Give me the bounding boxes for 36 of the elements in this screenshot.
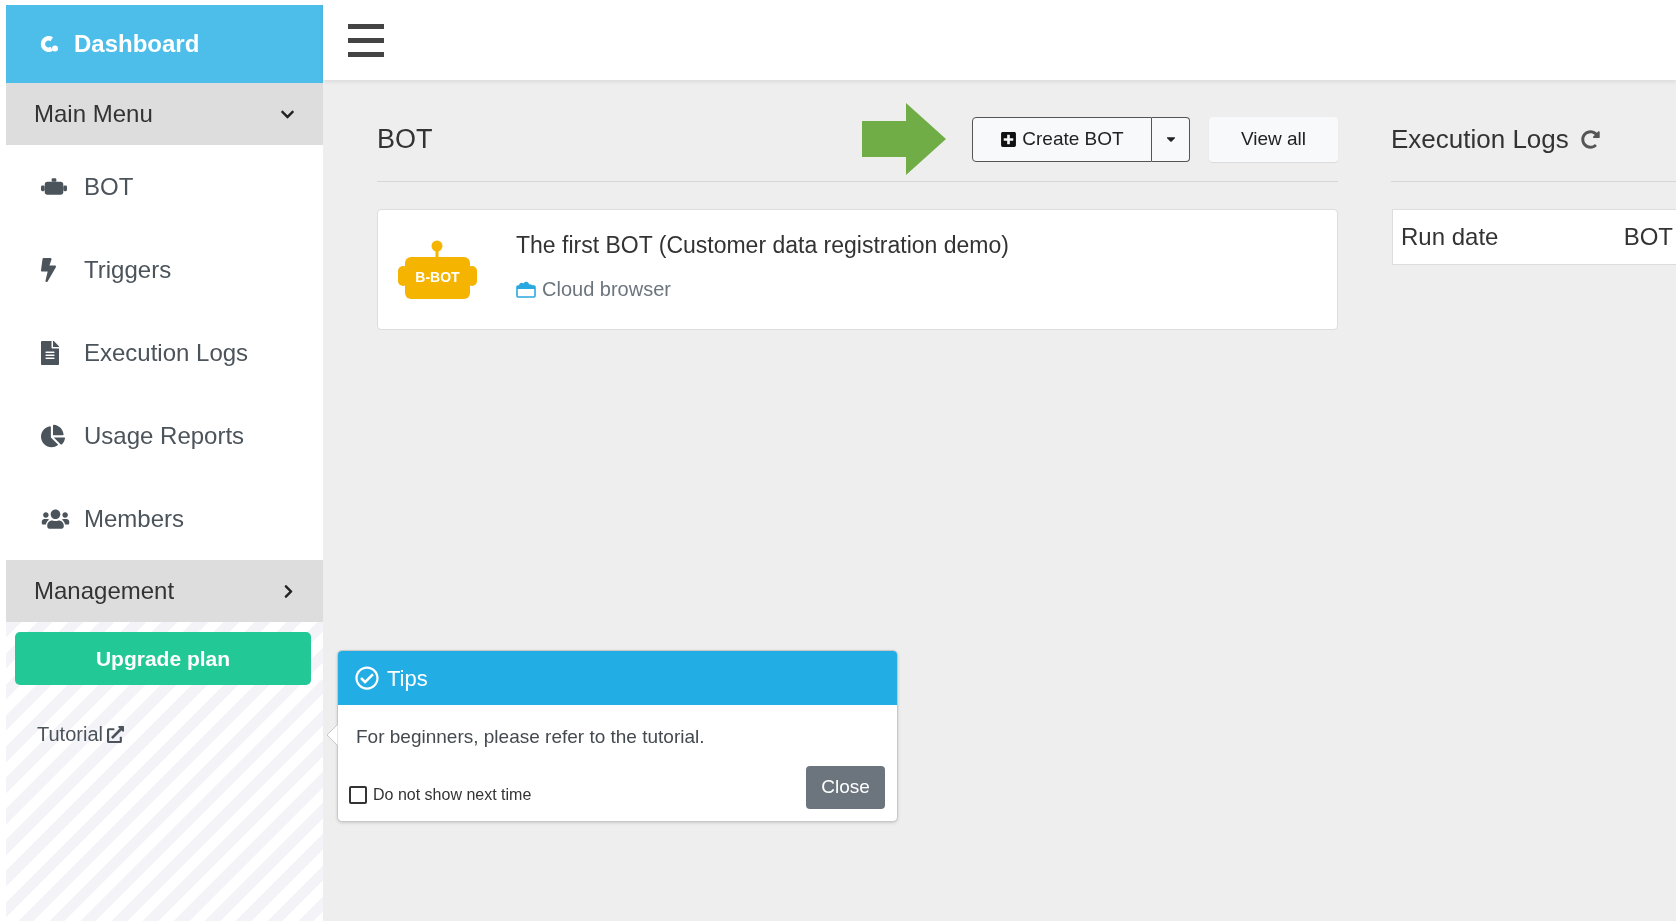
menu-section-header[interactable]: Management <box>6 560 323 622</box>
column-header: Run date <box>1401 222 1499 252</box>
pie-chart-icon <box>41 423 65 448</box>
sidebar-item[interactable]: Execution Logs <box>6 311 323 394</box>
column-header: BOT <box>1623 222 1673 252</box>
panel-title: BOT <box>377 122 433 156</box>
dropdown-toggle[interactable] <box>1152 116 1190 162</box>
browser-type: Cloud browser <box>542 277 671 302</box>
tips-title: Tips <box>387 664 428 693</box>
sidebar-item[interactable]: Triggers <box>6 228 323 311</box>
refresh-icon[interactable] <box>1580 129 1600 149</box>
chevron-right-icon <box>282 583 295 599</box>
sidebar-item[interactable]: Usage Reports <box>6 394 323 477</box>
tips-message: For beginners, please refer to the tutorial. <box>356 725 706 749</box>
lightning-bolt-icon <box>41 257 56 282</box>
menu-section-header[interactable]: Main Menu <box>6 83 323 145</box>
cloud-window-icon <box>516 280 536 298</box>
sidebar-item[interactable]: BOT <box>6 145 323 228</box>
create-bot-button[interactable]: Create BOT <box>972 116 1152 162</box>
right-arrow-icon <box>862 103 946 175</box>
external-link-icon[interactable] <box>106 725 124 743</box>
menu-icon[interactable] <box>348 23 384 57</box>
sidebar-item[interactable]: Members <box>6 477 323 560</box>
logo-text: B-BOT <box>414 268 461 286</box>
panel-title: Execution Logs <box>1391 122 1569 156</box>
bot-name[interactable]: The first BOT (Customer data registration demo) <box>516 231 1009 259</box>
logo-icon <box>39 33 59 55</box>
view-all-button[interactable]: View all <box>1209 116 1338 162</box>
close-button[interactable]: Close <box>806 766 885 809</box>
users-icon <box>41 507 70 530</box>
robot-logo-icon <box>398 240 477 299</box>
document-icon <box>41 340 59 365</box>
checkbox-label: Do not show next time <box>373 785 532 805</box>
checkbox[interactable] <box>349 786 367 804</box>
tutorial-link[interactable]: Tutorial <box>37 719 103 749</box>
robot-icon <box>41 178 67 195</box>
